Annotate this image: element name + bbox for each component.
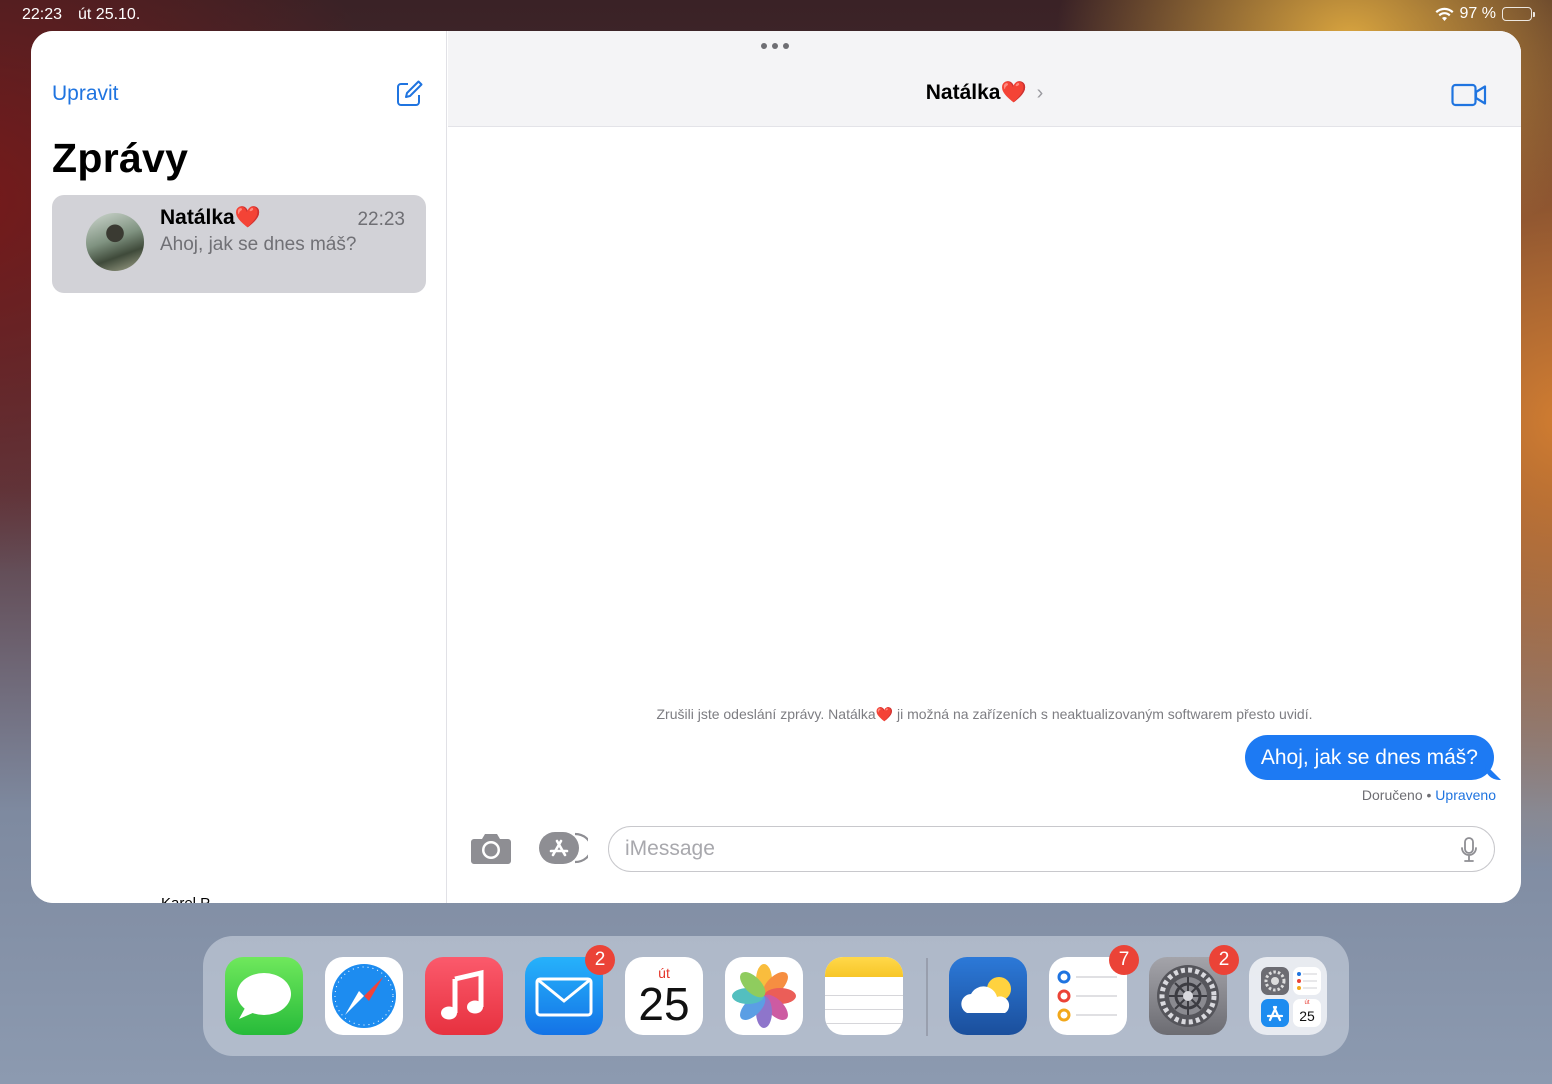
conversation-time: 22:23 [357, 209, 405, 230]
dock: 2 út 25 7 2 út 25 [203, 936, 1349, 1056]
dock-app-safari[interactable] [325, 957, 403, 1035]
wifi-icon [1435, 7, 1454, 21]
weather-icon [961, 977, 1011, 1013]
dock-app-music[interactable] [425, 957, 503, 1035]
dock-app-reminders[interactable]: 7 [1049, 945, 1139, 1035]
music-icon [441, 969, 484, 1020]
notes-line [825, 1009, 903, 1010]
calendar-day: 25 [638, 978, 690, 1030]
status-indicators: 97 % [1435, 5, 1535, 23]
edited-link[interactable]: Upraveno [1435, 787, 1496, 803]
messages-window: Upravit Zprávy Natálka❤️ 22:23 Ahoj, jak… [31, 31, 1521, 903]
microphone-icon[interactable] [1460, 837, 1478, 863]
conversation-sidebar: Upravit Zprávy Natálka❤️ 22:23 Ahoj, jak… [31, 31, 447, 903]
chevron-right-icon: › [1036, 82, 1044, 104]
dock-app-library[interactable]: út 25 [1249, 957, 1327, 1035]
library-app-store-mini-icon [1261, 999, 1289, 1027]
battery-icon [1502, 7, 1535, 21]
photos-icon [732, 964, 796, 1028]
message-input-placeholder: iMessage [625, 837, 715, 860]
library-calendar-mini-icon: út 25 [1293, 999, 1321, 1027]
dock-app-mail[interactable]: 2 [525, 945, 615, 1035]
conversation-item[interactable]: Natálka❤️ 22:23 Ahoj, jak se dnes máš? [52, 195, 426, 293]
conversation-name: Natálka❤️ [160, 206, 261, 229]
library-settings-mini-icon [1261, 967, 1289, 995]
library-reminders-mini-icon [1293, 967, 1321, 995]
dock-divider [926, 958, 928, 1036]
avatar [86, 213, 144, 271]
library-calendar-day: 25 [1299, 1008, 1315, 1024]
conversation-pane: Natálka❤️ › Zrušili jste odeslání zprávy.… [448, 31, 1521, 903]
dock-app-settings[interactable]: 2 [1149, 945, 1239, 1035]
chat-header: Natálka❤️ › [448, 31, 1521, 127]
multitasking-handle[interactable] [761, 43, 789, 49]
video-call-icon[interactable] [1451, 82, 1487, 108]
status-date: út 25.10. [78, 6, 141, 23]
mail-badge: 2 [585, 945, 615, 975]
messages-icon [237, 973, 291, 1019]
library-calendar-weekday: út [1304, 1000, 1310, 1006]
partial-conversation-name: Karel P... [161, 895, 221, 903]
message-bubble-sent[interactable]: Ahoj, jak se dnes máš? [1244, 735, 1494, 780]
notes-line [825, 995, 903, 996]
dock-app-calendar[interactable]: út 25 [625, 957, 703, 1035]
notes-line [825, 1023, 903, 1024]
reminders-badge: 7 [1109, 945, 1139, 975]
compose-icon[interactable] [395, 80, 423, 108]
settings-badge: 2 [1209, 945, 1239, 975]
dock-app-photos[interactable] [725, 957, 803, 1035]
dock-app-notes[interactable] [825, 957, 903, 1035]
status-bar: 22:23 út 25.10. 97 % [0, 0, 1552, 30]
page-title: Zprávy [52, 135, 189, 181]
status-time: 22:23 [22, 6, 63, 23]
receipt-separator: • [1426, 787, 1432, 803]
message-input[interactable]: iMessage [608, 826, 1495, 872]
dock-app-messages[interactable] [225, 957, 303, 1035]
unsend-notice: Zrušili jste odeslání zprávy. Natálka❤️ … [656, 706, 1313, 722]
dock-app-weather[interactable] [949, 957, 1027, 1035]
delivery-receipt: Doručeno • Upraveno [1362, 787, 1496, 803]
chat-title-text: Natálka❤️ [925, 81, 1027, 104]
chat-title[interactable]: Natálka❤️ › [448, 81, 1521, 105]
conversation-preview: Ahoj, jak se dnes máš? [160, 234, 357, 255]
camera-icon[interactable] [470, 831, 512, 865]
battery-percent: 97 % [1459, 5, 1496, 22]
edit-button[interactable]: Upravit [52, 82, 119, 106]
app-store-icon[interactable] [538, 831, 588, 865]
receipt-status: Doručeno [1361, 787, 1423, 803]
safari-icon [332, 964, 396, 1028]
notes-header-bar [825, 957, 903, 977]
